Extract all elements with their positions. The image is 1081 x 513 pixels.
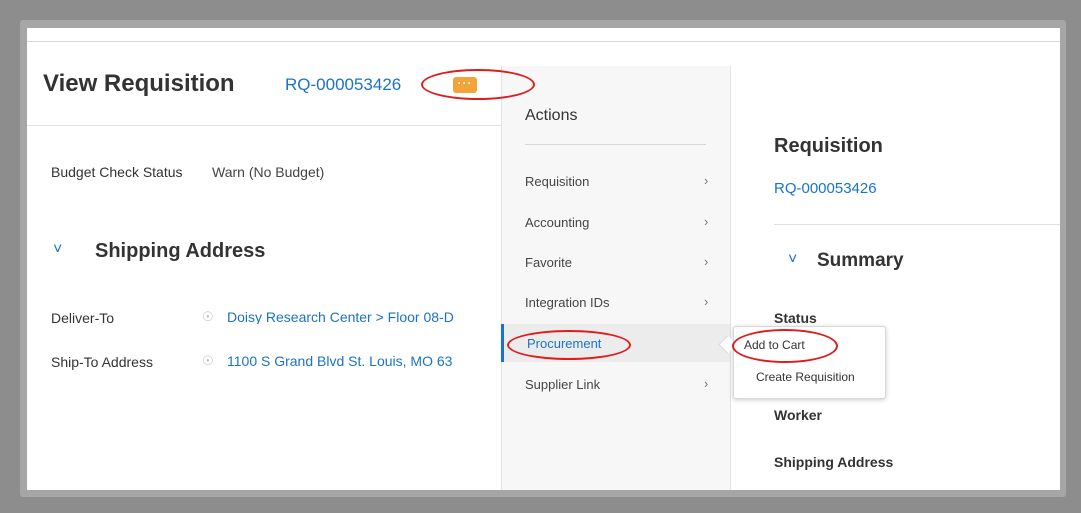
- page-title: View Requisition: [43, 70, 235, 97]
- deliver-to-label: Deliver-To: [51, 310, 115, 326]
- workday-window: View Requisition RQ-000053426 ··· Budget…: [27, 28, 1060, 490]
- panel-shipping-address-label: Shipping Address: [774, 454, 894, 470]
- menu-item-selected-bar: [501, 324, 504, 362]
- annotation-circle-related-actions: [421, 69, 535, 100]
- header-divider: [27, 125, 501, 126]
- submenu-item-create-requisition[interactable]: Create Requisition: [756, 371, 855, 383]
- ship-to-address-link[interactable]: 1100 S Grand Blvd St. Louis, MO 63: [227, 354, 501, 368]
- panel-requisition-id-link[interactable]: RQ-000053426: [774, 181, 877, 196]
- actions-menu: [501, 66, 731, 490]
- menu-item-integration-ids[interactable]: Integration IDs: [525, 296, 610, 309]
- location-pin-icon: ☉: [202, 353, 214, 368]
- actions-heading: Actions: [525, 107, 578, 124]
- deliver-to-link[interactable]: Doisy Research Center > Floor 08-D: [227, 310, 501, 324]
- chevron-right-icon: ›: [704, 294, 709, 309]
- menu-item-accounting[interactable]: Accounting: [525, 216, 589, 229]
- panel-worker-label: Worker: [774, 407, 822, 423]
- summary-heading: Summary: [817, 250, 904, 271]
- panel-status-label: Status: [774, 310, 817, 326]
- requisition-id-link[interactable]: RQ-000053426: [285, 76, 401, 93]
- panel-requisition-title: Requisition: [774, 135, 883, 157]
- location-pin-icon: ☉: [202, 309, 214, 324]
- detail-panel: [730, 66, 1060, 490]
- annotation-circle-add-to-cart: [732, 329, 838, 363]
- top-divider: [27, 41, 1060, 42]
- budget-check-status-value: Warn (No Budget): [212, 164, 325, 180]
- chevron-right-icon: ›: [704, 173, 709, 188]
- actions-divider: [525, 144, 706, 145]
- menu-item-requisition[interactable]: Requisition: [525, 175, 589, 188]
- chevron-down-icon[interactable]: ˅: [53, 242, 62, 258]
- annotation-circle-procurement: [507, 330, 631, 360]
- chevron-right-icon: ›: [704, 254, 709, 269]
- panel-divider: [774, 224, 1060, 225]
- chevron-right-icon: ›: [704, 214, 709, 229]
- ship-to-address-label: Ship-To Address: [51, 354, 153, 370]
- shipping-address-heading: Shipping Address: [95, 240, 266, 262]
- budget-check-status-label: Budget Check Status: [51, 164, 183, 180]
- chevron-down-icon[interactable]: ˅: [788, 252, 797, 268]
- menu-item-supplier-link[interactable]: Supplier Link: [525, 378, 600, 391]
- chevron-right-icon: ›: [704, 376, 709, 391]
- menu-item-favorite[interactable]: Favorite: [525, 256, 572, 269]
